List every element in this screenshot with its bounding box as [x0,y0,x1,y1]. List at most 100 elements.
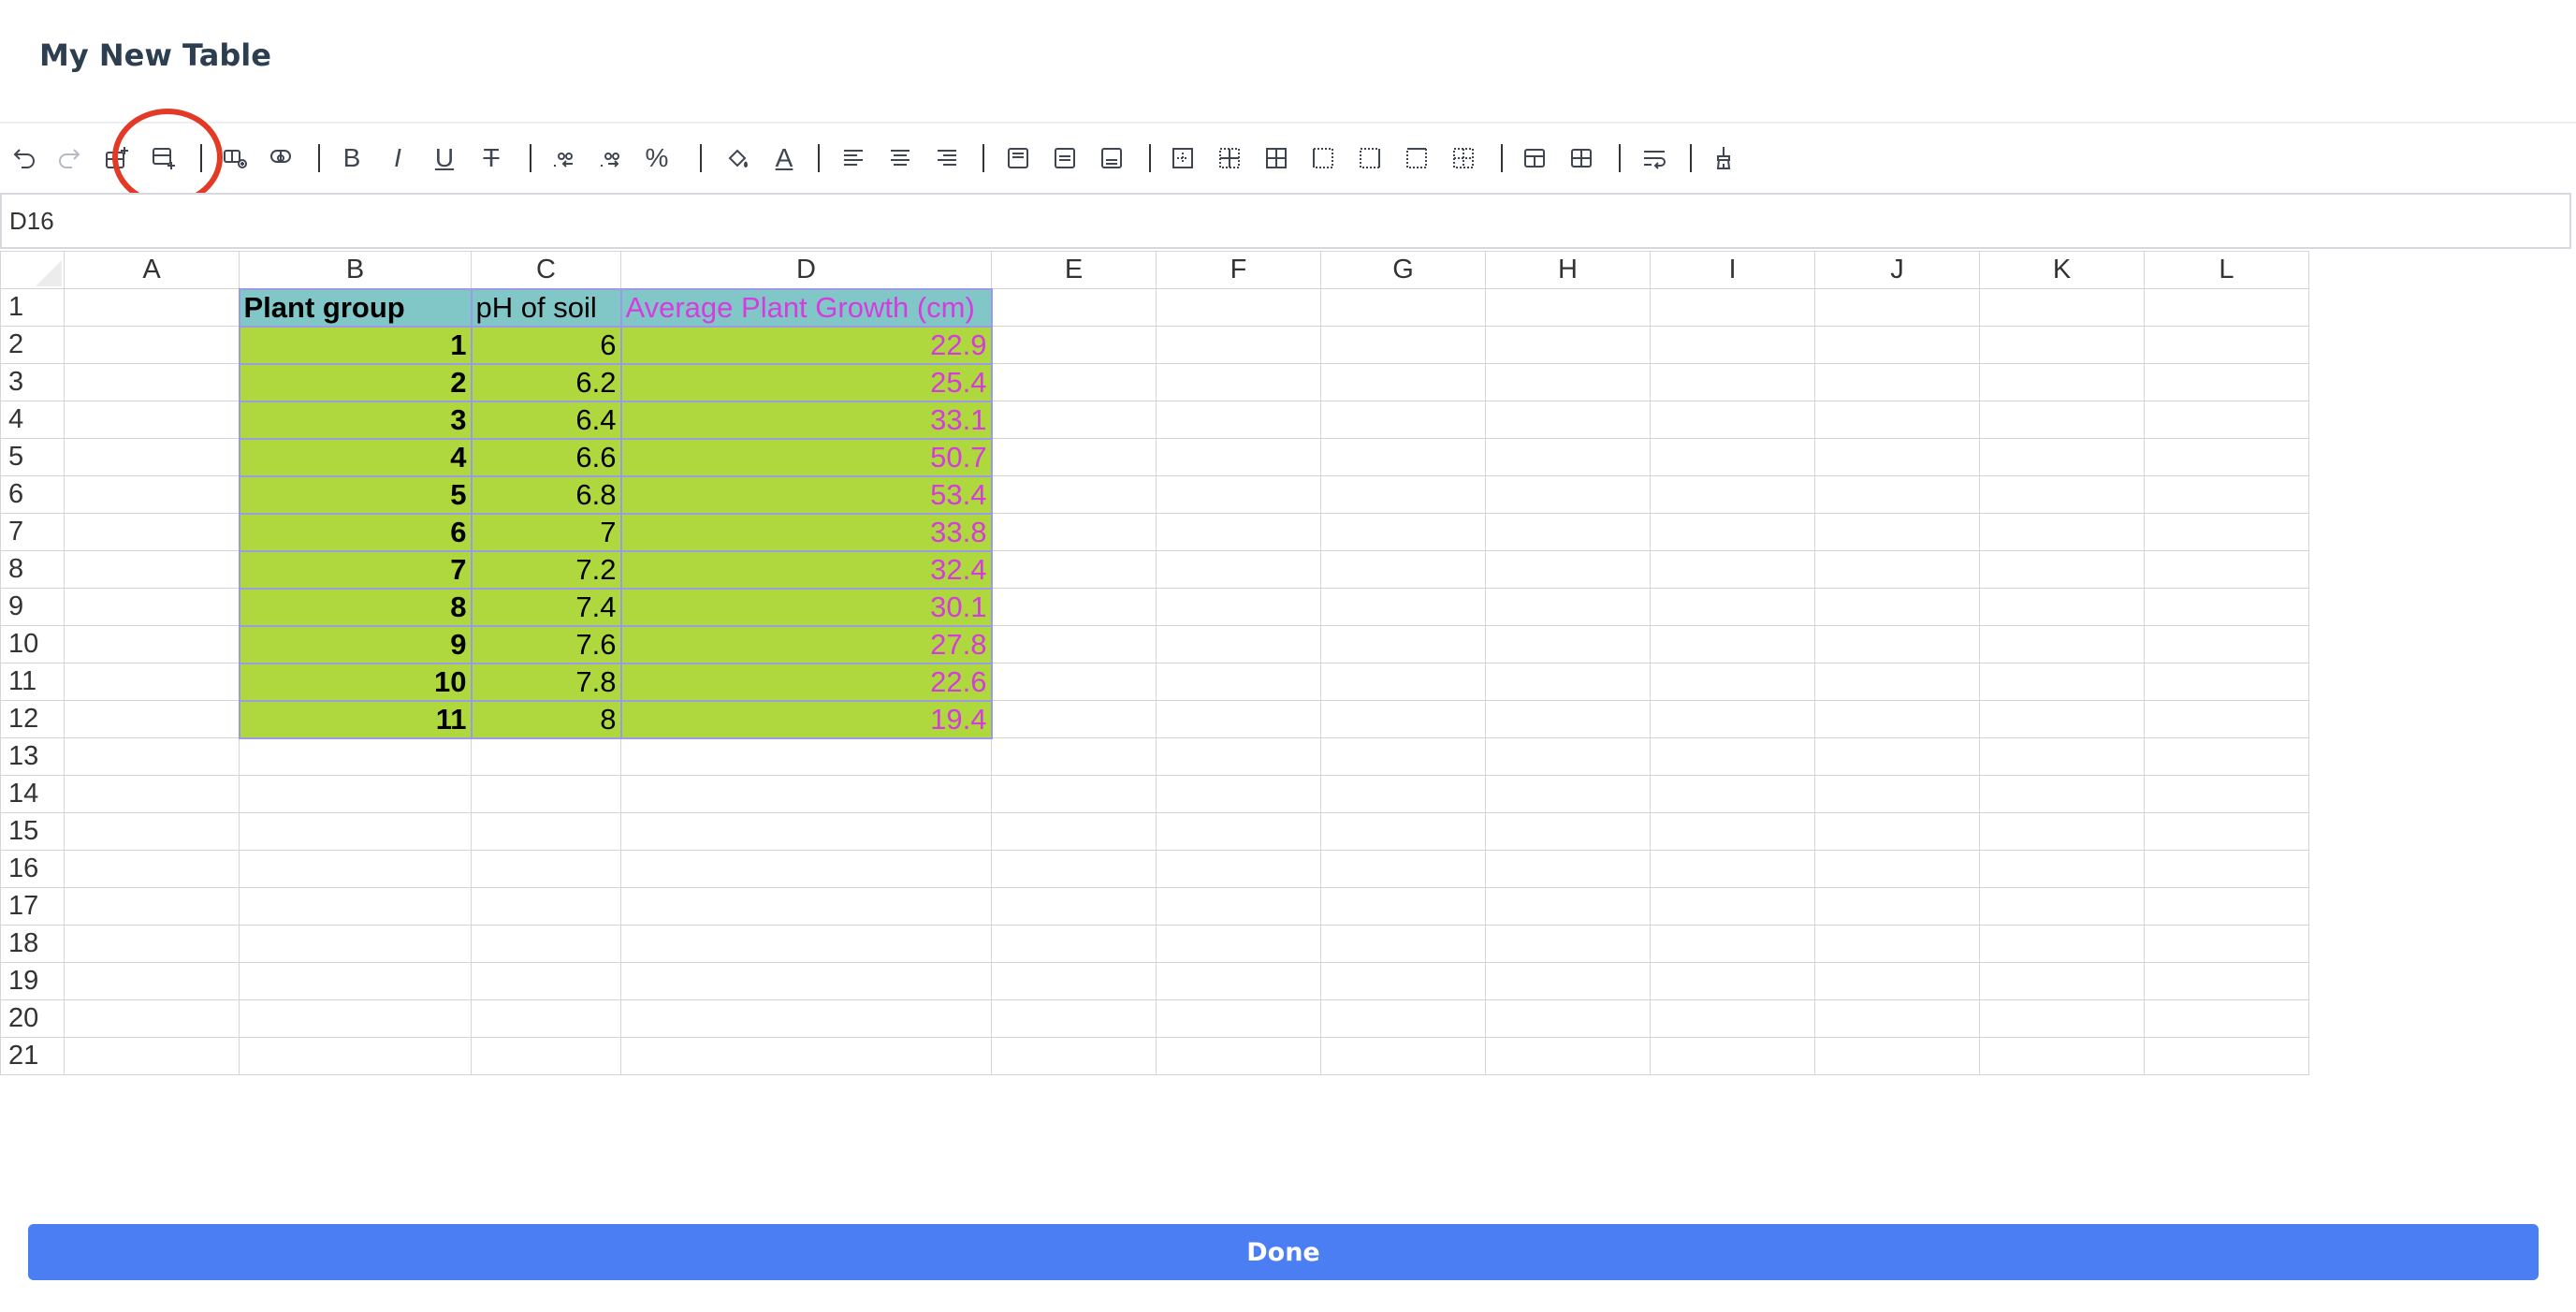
cell[interactable] [1485,1037,1651,1075]
cell[interactable] [1156,438,1321,476]
cell[interactable]: 33.8 [619,512,993,552]
cell[interactable] [620,775,992,813]
cell[interactable] [1650,850,1815,888]
undo-icon[interactable] [5,137,42,180]
cell[interactable] [239,1037,472,1075]
row-header[interactable]: 17 [0,887,65,926]
row-header[interactable]: 9 [0,588,65,626]
cell[interactable]: 7.2 [470,549,622,590]
cell[interactable] [64,962,240,1000]
cell[interactable] [620,850,992,888]
cell[interactable] [2144,887,2309,926]
cell[interactable] [2144,663,2309,701]
cell[interactable] [1320,887,1486,926]
cell[interactable] [1156,962,1321,1000]
cell[interactable] [239,812,472,851]
cell[interactable] [64,925,240,963]
cell[interactable]: 6 [470,325,622,365]
cell[interactable]: 53.4 [619,474,993,515]
row-header[interactable]: 10 [0,625,65,663]
underline-icon[interactable]: U [426,137,463,180]
cell[interactable] [1156,663,1321,701]
cell[interactable] [64,438,240,476]
fill-color-icon[interactable] [719,137,756,180]
cell[interactable] [620,812,992,851]
cell[interactable] [64,363,240,401]
cell[interactable] [1485,401,1651,439]
cell[interactable] [2144,550,2309,589]
cell[interactable] [239,962,472,1000]
cell[interactable] [1650,1037,1815,1075]
redo-icon[interactable] [51,137,89,180]
cell[interactable] [1814,999,1980,1038]
cell[interactable] [2144,288,2309,327]
row-header[interactable]: 4 [0,401,65,439]
cell[interactable] [471,925,621,963]
cell[interactable] [991,812,1157,851]
cell[interactable] [620,737,992,776]
cell[interactable] [1156,925,1321,963]
row-header[interactable]: 8 [0,550,65,589]
cell[interactable] [1979,700,2145,738]
column-header-i[interactable]: I [1650,251,1815,289]
cell[interactable] [991,550,1157,589]
row-header[interactable]: 14 [0,775,65,813]
cell[interactable] [1156,700,1321,738]
cell[interactable] [1650,401,1815,439]
cell[interactable] [620,1037,992,1075]
cell[interactable] [1979,663,2145,701]
cell[interactable]: 50.7 [619,437,993,477]
cell[interactable] [1979,625,2145,663]
select-all-corner[interactable] [0,251,65,289]
cell[interactable] [2144,475,2309,514]
border-all-icon[interactable] [1258,137,1295,180]
border-left-icon[interactable] [1304,137,1342,180]
row-header[interactable]: 16 [0,850,65,888]
cell[interactable] [1485,775,1651,813]
cell[interactable]: 9 [238,624,473,664]
cell[interactable] [1320,326,1486,364]
cell[interactable] [1650,925,1815,963]
cell[interactable] [1485,363,1651,401]
insert-column-left-icon[interactable] [217,137,255,180]
cell[interactable] [1814,737,1980,776]
cell[interactable]: 6.8 [470,474,622,515]
cell[interactable] [2144,326,2309,364]
cell[interactable] [1979,850,2145,888]
cell[interactable] [64,1037,240,1075]
cell[interactable] [239,737,472,776]
cell[interactable] [1814,925,1980,963]
valign-bottom-icon[interactable] [1093,137,1130,180]
cell[interactable] [991,363,1157,401]
cell[interactable] [1485,999,1651,1038]
cell[interactable]: 4 [238,437,473,477]
cell[interactable]: 30.1 [619,587,993,627]
cell[interactable] [1979,288,2145,327]
cell[interactable] [991,775,1157,813]
decrease-decimal-icon[interactable] [545,137,582,180]
cell[interactable] [2144,513,2309,551]
formula-bar[interactable]: D16 [0,193,2571,249]
cell[interactable] [1156,999,1321,1038]
cell[interactable] [64,812,240,851]
cell[interactable] [239,775,472,813]
cell[interactable] [1979,550,2145,589]
row-header[interactable]: 3 [0,363,65,401]
column-header-g[interactable]: G [1320,251,1486,289]
cell[interactable]: 1 [238,325,473,365]
cell[interactable] [471,887,621,926]
cell[interactable] [239,999,472,1038]
cell[interactable] [1650,625,1815,663]
cell[interactable]: 6.6 [470,437,622,477]
cell[interactable] [991,925,1157,963]
cell[interactable] [1485,513,1651,551]
cell[interactable] [471,999,621,1038]
cell[interactable] [2144,999,2309,1038]
strikethrough-icon[interactable]: T [473,137,510,180]
border-none-icon[interactable] [1445,137,1482,180]
cell[interactable] [1156,850,1321,888]
unmerge-cells-icon[interactable] [1563,137,1600,180]
cell[interactable] [1485,737,1651,776]
border-inner-icon[interactable] [1211,137,1248,180]
cell[interactable] [471,812,621,851]
